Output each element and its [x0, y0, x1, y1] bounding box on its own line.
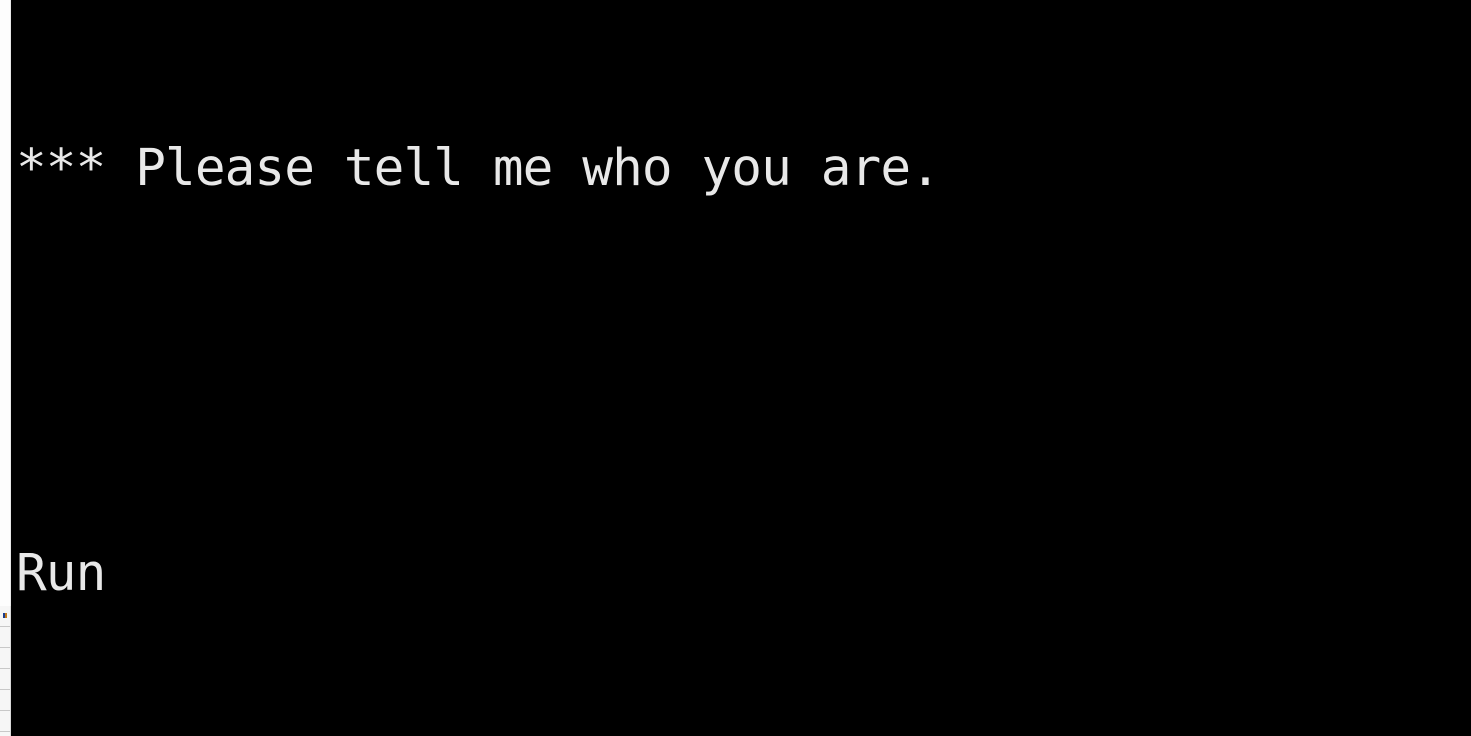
background-grid-row — [0, 606, 10, 627]
cell-marker-icon — [3, 613, 7, 618]
background-grid-row — [0, 690, 10, 711]
background-grid-row — [0, 669, 10, 690]
background-grid-row — [0, 732, 10, 736]
terminal-window[interactable]: *** Please tell me who you are. Run git … — [11, 0, 1471, 736]
background-grid-row — [0, 648, 10, 669]
background-grid-row — [0, 711, 10, 732]
screen: *** Please tell me who you are. Run git … — [0, 0, 1471, 736]
background-window-grid-area — [0, 606, 11, 736]
terminal-line: *** Please tell me who you are. — [16, 139, 941, 198]
background-grid-row — [0, 627, 10, 648]
terminal-output-area[interactable]: *** Please tell me who you are. Run git … — [16, 0, 1471, 736]
terminal-line: Run — [16, 544, 106, 603]
background-window-blank-area — [0, 0, 11, 606]
background-spreadsheet-window[interactable] — [0, 0, 11, 736]
